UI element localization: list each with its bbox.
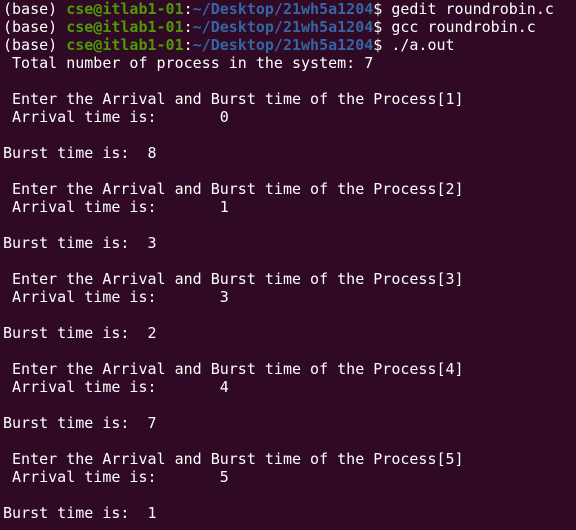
user-host: cse@itlab1-01 (66, 18, 184, 36)
prompt-separator: : (183, 36, 193, 54)
prompt-symbol: $ (373, 36, 392, 54)
output-line: Arrival time is: 5 (3, 468, 229, 486)
terminal-window[interactable]: (base) cse@itlab1-01:~/Desktop/21wh5a120… (0, 0, 576, 530)
conda-env: (base) (3, 0, 67, 18)
output-line: Enter the Arrival and Burst time of the … (3, 270, 464, 288)
output-line: Burst time is: 3 (3, 234, 157, 252)
user-host: cse@itlab1-01 (66, 0, 184, 18)
command-text: gedit roundrobin.c (391, 0, 554, 18)
output-line: Burst time is: 2 (3, 324, 157, 342)
command-text: gcc roundrobin.c (391, 18, 536, 36)
output-line: Enter the Arrival and Burst time of the … (3, 180, 464, 198)
command-text: ./a.out (391, 36, 455, 54)
output-line: Burst time is: 1 (3, 504, 157, 522)
prompt-separator: : (183, 0, 193, 18)
prompt-line: (base) cse@itlab1-01:~/Desktop/21wh5a120… (3, 18, 576, 36)
output-line: Arrival time is: 0 (3, 108, 229, 126)
output-line: Arrival time is: 4 (3, 378, 229, 396)
working-directory: ~/Desktop/21wh5a1204 (192, 0, 374, 18)
prompt-symbol: $ (373, 0, 392, 18)
prompt-symbol: $ (373, 18, 392, 36)
conda-env: (base) (3, 36, 67, 54)
prompt-line: (base) cse@itlab1-01:~/Desktop/21wh5a120… (3, 36, 576, 54)
output-line: Arrival time is: 3 (3, 288, 229, 306)
output-line: Enter the Arrival and Burst time of the … (3, 90, 464, 108)
output-line: Burst time is: 7 (3, 414, 157, 432)
output-line: Arrival time is: 1 (3, 198, 229, 216)
output-line: Enter the Arrival and Burst time of the … (3, 450, 464, 468)
prompt-line: (base) cse@itlab1-01:~/Desktop/21wh5a120… (3, 0, 576, 18)
working-directory: ~/Desktop/21wh5a1204 (192, 18, 374, 36)
output-line: Burst time is: 8 (3, 144, 157, 162)
user-host: cse@itlab1-01 (66, 36, 184, 54)
prompt-separator: : (183, 18, 193, 36)
conda-env: (base) (3, 18, 67, 36)
output-line: Total number of process in the system: 7 (3, 54, 374, 72)
working-directory: ~/Desktop/21wh5a1204 (192, 36, 374, 54)
output-line: Enter the Arrival and Burst time of the … (3, 360, 464, 378)
